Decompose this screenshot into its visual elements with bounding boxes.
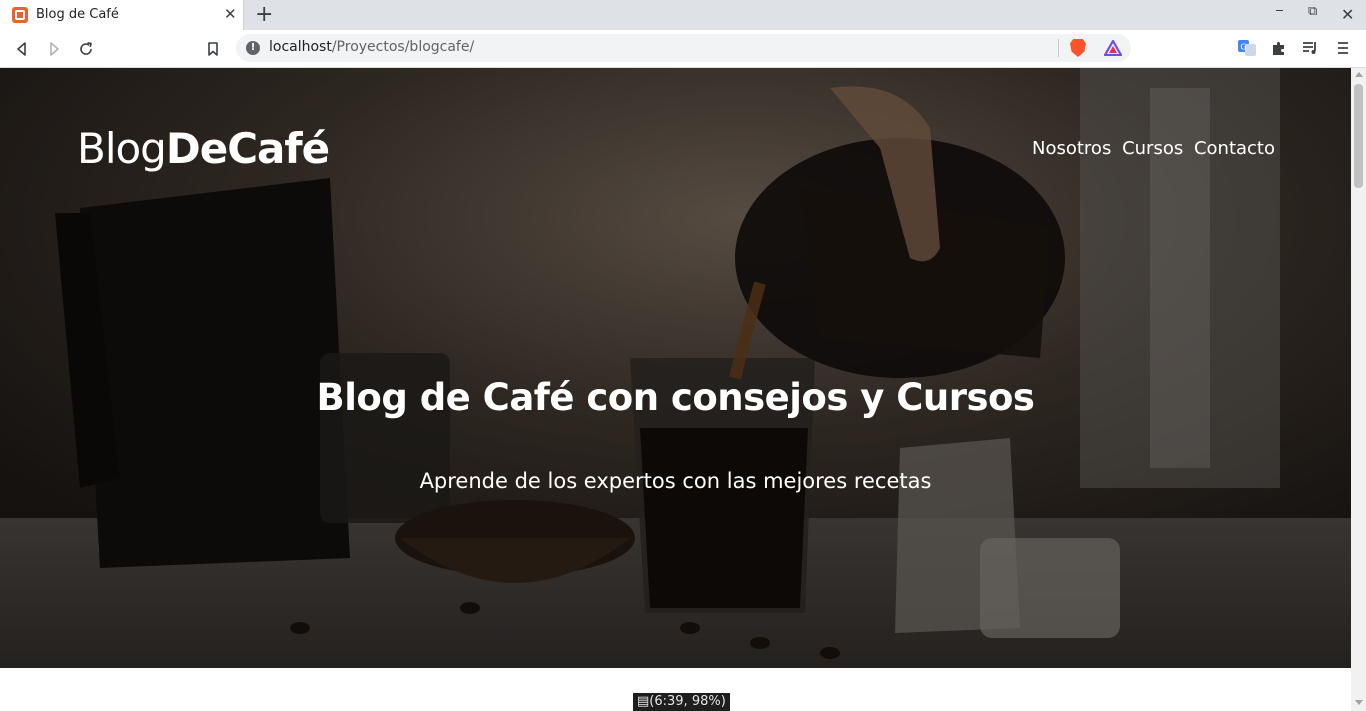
address-bar[interactable]: ! localhost/Proyectos/blogcafe/ bbox=[236, 34, 1131, 62]
new-tab-button[interactable]: + bbox=[255, 3, 273, 27]
nav-link-nosotros[interactable]: Nosotros bbox=[1032, 138, 1111, 159]
page-scrollbar[interactable] bbox=[1351, 68, 1366, 711]
url-host: localhost bbox=[269, 39, 332, 55]
window-close-icon[interactable]: ✕ bbox=[1341, 5, 1354, 24]
status-overlay: ▤(6:39, 98%) bbox=[633, 693, 730, 711]
url-text[interactable]: localhost/Proyectos/blogcafe/ bbox=[269, 39, 474, 55]
omnibox-divider bbox=[1058, 39, 1059, 57]
tab-close-icon[interactable]: ✕ bbox=[224, 6, 237, 22]
scroll-up-arrow-icon[interactable] bbox=[1355, 72, 1363, 77]
bookmark-icon[interactable] bbox=[202, 38, 224, 60]
tab-title: Blog de Café bbox=[36, 7, 119, 22]
scroll-down-arrow-icon[interactable] bbox=[1355, 700, 1363, 705]
xampp-favicon-icon bbox=[12, 7, 28, 23]
hero-subtitle: Aprende de los expertos con las mejores … bbox=[419, 469, 932, 493]
forward-arrow-icon[interactable] bbox=[43, 38, 65, 60]
hero-section: BlogDeCafé Nosotros Cursos Contacto Blog… bbox=[0, 68, 1351, 668]
translate-icon[interactable]: G bbox=[1238, 39, 1256, 57]
browser-toolbar: ! localhost/Proyectos/blogcafe/ G bbox=[0, 30, 1366, 68]
logo-light-text: Blog bbox=[77, 124, 167, 173]
hero-title: Blog de Café con consejos y Cursos bbox=[316, 376, 1035, 419]
back-arrow-icon[interactable] bbox=[11, 38, 33, 60]
scrollbar-thumb[interactable] bbox=[1354, 84, 1363, 188]
status-overlay-text: (6:39, 98%) bbox=[649, 694, 726, 709]
tab-active[interactable]: Blog de Café ✕ bbox=[0, 0, 244, 30]
tab-strip: Blog de Café ✕ + ⎯ ⧉ ✕ bbox=[0, 0, 1366, 30]
nav-link-cursos[interactable]: Cursos bbox=[1122, 138, 1183, 159]
nav-link-contacto[interactable]: Contacto bbox=[1194, 138, 1275, 159]
reload-icon[interactable] bbox=[75, 38, 97, 60]
window-restore-icon[interactable]: ⧉ bbox=[1308, 4, 1317, 19]
hamburger-menu-icon[interactable] bbox=[1334, 39, 1352, 57]
window-minimize-icon[interactable]: ⎯ bbox=[1276, 2, 1283, 18]
brave-shields-icon[interactable] bbox=[1070, 39, 1086, 57]
logo-bold-text: DeCafé bbox=[165, 124, 330, 173]
main-navigation: Nosotros Cursos Contacto bbox=[1027, 138, 1275, 159]
svg-text:G: G bbox=[1240, 43, 1246, 52]
brave-rewards-icon[interactable] bbox=[1103, 39, 1123, 57]
url-path: /Proyectos/blogcafe/ bbox=[331, 39, 475, 55]
media-queue-icon[interactable] bbox=[1302, 39, 1320, 57]
site-info-icon[interactable]: ! bbox=[246, 41, 260, 55]
site-logo[interactable]: BlogDeCafé bbox=[77, 124, 330, 173]
puzzle-piece-icon[interactable] bbox=[1270, 39, 1288, 57]
page-viewport: BlogDeCafé Nosotros Cursos Contacto Blog… bbox=[0, 68, 1351, 711]
